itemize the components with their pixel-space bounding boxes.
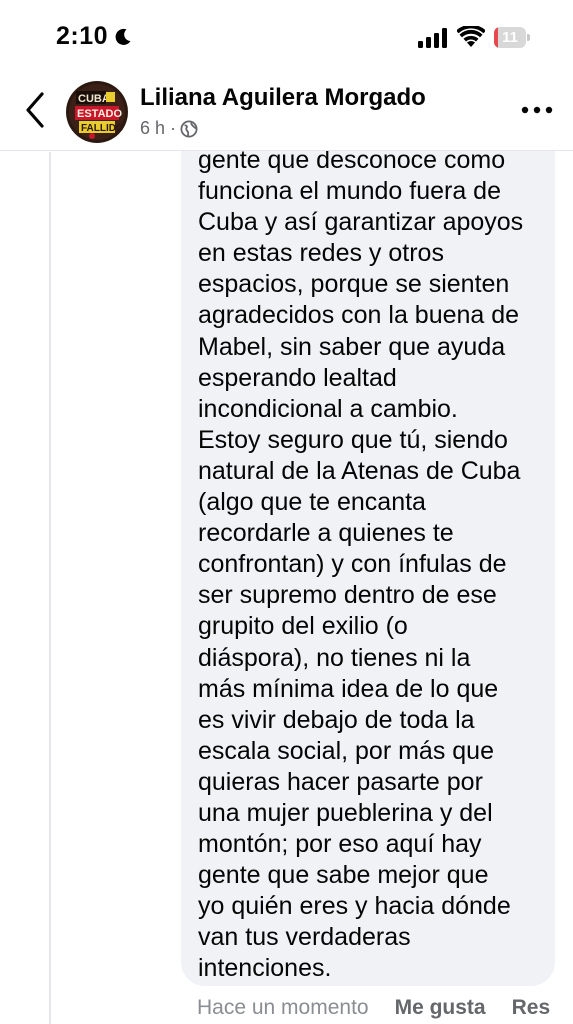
comment-line: incondicional a cambio. [198, 394, 458, 423]
battery-body: 11 [494, 27, 526, 48]
comment-line: montón; por eso aquí hay [198, 830, 482, 859]
header-divider [0, 150, 573, 151]
thread-line [49, 152, 51, 1024]
comment-line: diáspora), no tienes ni la [198, 643, 471, 672]
comment-line: esperando lealtad [198, 363, 397, 392]
comment-line: espacios, porque se sienten [198, 270, 510, 299]
post-header: CUBA ESTADO FALLIDO Liliana Aguilera Mor… [0, 72, 573, 152]
comment-line: gente que sabe mejor que [198, 861, 489, 890]
comment-actions: Hace un momento Me gusta Res [197, 993, 550, 1023]
comment-timestamp: Hace un momento [197, 996, 369, 1019]
comment-line: yo quién eres y hacia dónde [198, 892, 511, 921]
svg-text:CUBA: CUBA [78, 93, 110, 105]
like-button[interactable]: Me gusta [395, 996, 486, 1020]
comment-line: agradecidos con la buena de [198, 301, 520, 330]
comment-line: recordarle a quienes te [198, 519, 454, 548]
post-time[interactable]: 6 h [140, 118, 165, 139]
comment-line: van tus verdaderas [198, 923, 411, 952]
moon-icon [115, 28, 131, 45]
comment-line: Estoy seguro que tú, siendo [198, 425, 508, 454]
author-name[interactable]: Liliana Aguilera Morgado [140, 84, 426, 112]
comment-line: Cuba y así garantizar apoyos [198, 208, 524, 237]
comment-line: Mabel, sin saber que ayuda [198, 332, 506, 361]
post-meta: 6 h · [140, 118, 198, 139]
comment-line: intenciones. [198, 954, 332, 983]
comment-line: grupito del exilio (o [198, 612, 408, 641]
avatar-logo-image: CUBA ESTADO FALLIDO [66, 81, 128, 143]
comment-line: ser supremo dentro de ese [198, 581, 497, 610]
svg-text:ESTADO: ESTADO [77, 108, 122, 120]
comment-line: quieras hacer pasarte por [198, 767, 483, 796]
meta-separator: · [170, 118, 177, 138]
comment-line: más mínima idea de lo que [198, 674, 499, 703]
reply-button[interactable]: Res [512, 996, 551, 1020]
comment-line: (algo que te encanta [198, 488, 426, 517]
comment-line: es vivir debajo de toda la [198, 705, 475, 734]
globe-icon [180, 120, 198, 137]
status-bar: 2:10 11 [0, 0, 573, 72]
more-icon[interactable] [520, 100, 554, 120]
comment-line: escala social, por más que [198, 736, 494, 765]
comment-line: una mujer pueblerina y del [198, 798, 493, 827]
battery-icon: 11 [494, 27, 530, 48]
avatar[interactable]: CUBA ESTADO FALLIDO [66, 81, 128, 143]
battery-level: 11 [502, 29, 518, 46]
battery-cap [527, 34, 530, 41]
comment-bubble[interactable]: gente que desconoce como funciona el mund… [181, 110, 555, 986]
comment-line: confrontan) y con ínfulas de [198, 550, 507, 579]
comment-line: en estas redes y otros [198, 239, 444, 268]
wifi-icon [457, 26, 485, 47]
svg-text:FALLIDO: FALLIDO [81, 123, 124, 134]
signal-icon [418, 28, 447, 48]
back-icon[interactable] [22, 90, 48, 130]
comment-line: funciona el mundo fuera de [198, 177, 501, 206]
status-time: 2:10 [56, 22, 109, 50]
screen: gente que desconoce como funciona el mund… [0, 0, 573, 1024]
comment-line: natural de la Atenas de Cuba [198, 456, 521, 485]
comment-text: gente que desconoce como funciona el mund… [198, 145, 548, 985]
